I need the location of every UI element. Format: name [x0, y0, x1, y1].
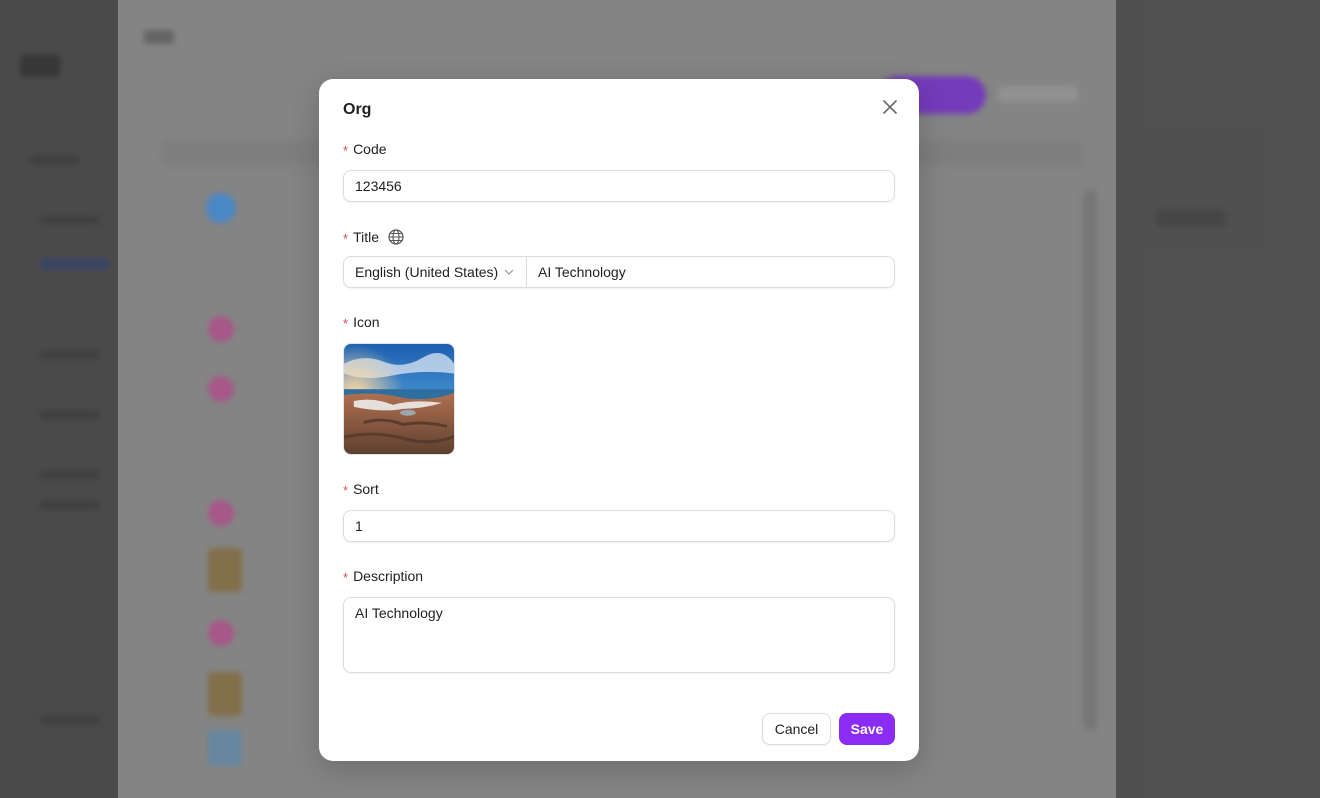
- chevron-down-icon: [504, 269, 514, 275]
- language-select[interactable]: English (United States): [344, 257, 527, 287]
- description-textarea[interactable]: AI Technology: [343, 597, 895, 673]
- required-mark: *: [343, 230, 349, 246]
- close-button[interactable]: [878, 95, 902, 119]
- sort-label: * Sort: [343, 481, 379, 498]
- icon-label: * Icon: [343, 314, 380, 331]
- sort-input[interactable]: 1: [343, 510, 895, 542]
- icon-label-text: Icon: [353, 314, 380, 330]
- title-label: * Title: [343, 228, 405, 246]
- required-mark: *: [343, 569, 349, 585]
- globe-icon[interactable]: [387, 228, 405, 246]
- title-label-text: Title: [353, 229, 379, 245]
- description-label: * Description: [343, 568, 424, 585]
- code-label-text: Code: [353, 141, 387, 157]
- required-mark: *: [343, 142, 349, 158]
- code-label: * Code: [343, 141, 387, 158]
- language-select-value: English (United States): [355, 264, 499, 280]
- close-icon: [883, 100, 897, 114]
- dialog-title: Org: [343, 101, 372, 118]
- description-label-text: Description: [353, 568, 424, 584]
- title-input[interactable]: AI Technology: [527, 257, 894, 287]
- cancel-button[interactable]: Cancel: [762, 713, 831, 745]
- org-dialog: Org * Code 123456 * Title English (Unite…: [319, 79, 919, 761]
- required-mark: *: [343, 315, 349, 331]
- icon-image-upload[interactable]: [343, 343, 455, 455]
- sort-label-text: Sort: [353, 481, 379, 497]
- code-input[interactable]: 123456: [343, 170, 895, 202]
- title-input-group: English (United States) AI Technology: [343, 256, 895, 288]
- required-mark: *: [343, 482, 349, 498]
- icon-image: [344, 344, 454, 454]
- save-button[interactable]: Save: [839, 713, 895, 745]
